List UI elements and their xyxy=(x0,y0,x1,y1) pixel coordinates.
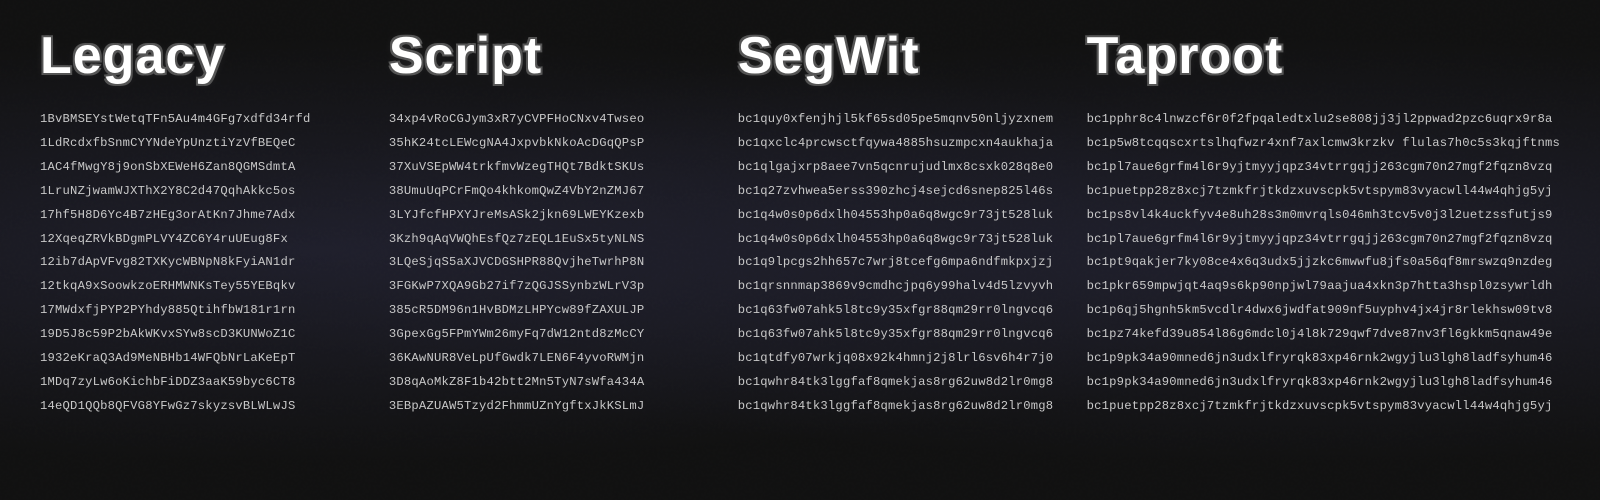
address-item[interactable]: bc1puetpp28z8xcj7tzmkfrjtkdzxuvscpk5vtsp… xyxy=(1087,182,1560,201)
column-legacy: Legacy 1BvBMSEYstWetqTFn5Au4m4GFg7xdfd34r… xyxy=(40,30,359,416)
address-item[interactable]: bc1qwhr84tk3lggfaf8qmekjas8rg62uw8d2lr0m… xyxy=(738,397,1057,416)
address-item[interactable]: 35hK24tcLEWcgNA4JxpvbkNkoAcDGqQPsP xyxy=(389,134,708,153)
address-item[interactable]: bc1ps8vl4k4uckfyv4e8uh28s3m0mvrqls046mh3… xyxy=(1087,206,1560,225)
address-item[interactable]: 12tkqA9xSoowkzoERHMWNKsTey55YEBqkv xyxy=(40,277,359,296)
address-item[interactable]: 1MDq7zyLw6oKichbFiDDZ3aaK59byc6CT8 xyxy=(40,373,359,392)
address-item[interactable]: bc1qrsnnmap3869v9cmdhcjpq6y99halv4d5lzvy… xyxy=(738,277,1057,296)
address-item[interactable]: 1BvBMSEYstWetqTFn5Au4m4GFg7xdfd34rfd xyxy=(40,110,359,129)
address-item[interactable]: bc1p6qj5hgnh5km5vcdlr4dwx6jwdfat909nf5uy… xyxy=(1087,301,1560,320)
address-item[interactable]: 19D5J8c59P2bAkWKvxSYw8scD3KUNWoZ1C xyxy=(40,325,359,344)
address-item[interactable]: bc1qwhr84tk3lggfaf8qmekjas8rg62uw8d2lr0m… xyxy=(738,373,1057,392)
address-item[interactable]: bc1q63fw07ahk5l8tc9y35xfgr88qm29rr0lngvc… xyxy=(738,301,1057,320)
address-item[interactable]: bc1q27zvhwea5erss390zhcj4sejcd6snep825l4… xyxy=(738,182,1057,201)
address-item[interactable]: bc1q9lpcgs2hh657c7wrj8tcefg6mpa6ndfmkpxj… xyxy=(738,253,1057,272)
address-item[interactable]: bc1qxclc4prcwsctfqywa4885hsuzmpcxn4aukha… xyxy=(738,134,1057,153)
address-item[interactable]: bc1qlgajxrp8aee7vn5qcnrujudlmx8csxk028q8… xyxy=(738,158,1057,177)
address-item[interactable]: 38UmuUqPCrFmQo4khkomQwZ4VbY2nZMJ67 xyxy=(389,182,708,201)
address-item[interactable]: 1AC4fMwgY8j9onSbXEWeH6Zan8QGMSdmtA xyxy=(40,158,359,177)
address-item[interactable]: 3LQeSjqS5aXJVCDGSHPR88QvjheTwrhP8N xyxy=(389,253,708,272)
address-item[interactable]: 36KAwNUR8VeLpUfGwdk7LEN6F4yvoRWMjn xyxy=(389,349,708,368)
header-script: Script xyxy=(389,30,708,82)
address-list-segwit: bc1quy0xfenjhjl5kf65sd05pe5mqnv50nljyzxn… xyxy=(738,110,1057,416)
address-item[interactable]: bc1p5w8tcqqscxrtslhqfwzr4xnf7axlcmw3krzk… xyxy=(1087,134,1560,153)
column-segwit: SegWit bc1quy0xfenjhjl5kf65sd05pe5mqnv50n… xyxy=(738,30,1057,416)
address-item[interactable]: 3FGKwP7XQA9Gb27if7zQGJSSynbzWLrV3p xyxy=(389,277,708,296)
address-item[interactable]: 37XuVSEpWW4trkfmvWzegTHQt7BdktSKUs xyxy=(389,158,708,177)
address-item[interactable]: bc1quy0xfenjhjl5kf65sd05pe5mqnv50nljyzxn… xyxy=(738,110,1057,129)
address-item[interactable]: bc1puetpp28z8xcj7tzmkfrjtkdzxuvscpk5vtsp… xyxy=(1087,397,1560,416)
address-list-legacy: 1BvBMSEYstWetqTFn5Au4m4GFg7xdfd34rfd 1LdR… xyxy=(40,110,359,416)
address-item[interactable]: 1LruNZjwamWJXThX2Y8C2d47QqhAkkc5os xyxy=(40,182,359,201)
address-item[interactable]: bc1pphr8c4lnwzcf6r0f2fpqaledtxlu2se808jj… xyxy=(1087,110,1560,129)
address-item[interactable]: bc1q4w0s0p6dxlh04553hp0a6q8wgc9r73jt528l… xyxy=(738,230,1057,249)
address-item[interactable]: 1LdRcdxfbSnmCYYNdeYpUnztiYzVfBEQeC xyxy=(40,134,359,153)
address-item[interactable]: bc1pl7aue6grfm4l6r9yjtmyyjqpz34vtrrgqjj2… xyxy=(1087,158,1560,177)
address-item[interactable]: 3D8qAoMkZ8F1b42btt2Mn5TyN7sWfa434A xyxy=(389,373,708,392)
column-taproot: Taproot bc1pphr8c4lnwzcf6r0f2fpqaledtxlu2… xyxy=(1087,30,1560,416)
address-item[interactable]: bc1p9pk34a90mned6jn3udxlfryrqk83xp46rnk2… xyxy=(1087,373,1560,392)
address-item[interactable]: 1932eKraQ3Ad9MeNBHb14WFQbNrLaKeEpT xyxy=(40,349,359,368)
address-item[interactable]: 3GpexGg5FPmYWm26myFq7dW12ntd8zMcCY xyxy=(389,325,708,344)
address-item[interactable]: 3Kzh9qAqVWQhEsfQz7zEQL1EuSx5tyNLNS xyxy=(389,230,708,249)
address-item[interactable]: bc1pz74kefd39u854l86g6mdcl0j4l8k729qwf7d… xyxy=(1087,325,1560,344)
header-segwit: SegWit xyxy=(738,30,1057,82)
address-item[interactable]: bc1pkr659mpwjqt4aq9s6kp90npjwl79aajua4xk… xyxy=(1087,277,1560,296)
address-item[interactable]: 14eQD1QQb8QFVG8YFwGz7skyzsvBLWLwJS xyxy=(40,397,359,416)
address-list-script: 34xp4vRoCGJym3xR7yCVPFHoCNxv4Twseo 35hK24… xyxy=(389,110,708,416)
address-item[interactable]: bc1pt9qakjer7ky08ce4x6q3udx5jjzkc6mwwfu8… xyxy=(1087,253,1560,272)
address-item[interactable]: bc1q63fw07ahk5l8tc9y35xfgr88qm29rr0lngvc… xyxy=(738,325,1057,344)
address-item[interactable]: 3EBpAZUAW5Tzyd2FhmmUZnYgftxJkKSLmJ xyxy=(389,397,708,416)
address-item[interactable]: 17hf5H8D6Yc4B7zHEg3orAtKn7Jhme7Adx xyxy=(40,206,359,225)
address-item[interactable]: 12ib7dApVFvg82TXKycWBNpN8kFyiAN1dr xyxy=(40,253,359,272)
address-item[interactable]: bc1pl7aue6grfm4l6r9yjtmyyjqpz34vtrrgqjj2… xyxy=(1087,230,1560,249)
address-list-taproot: bc1pphr8c4lnwzcf6r0f2fpqaledtxlu2se808jj… xyxy=(1087,110,1560,416)
main-columns: Legacy 1BvBMSEYstWetqTFn5Au4m4GFg7xdfd34r… xyxy=(40,30,1560,416)
address-item[interactable]: 34xp4vRoCGJym3xR7yCVPFHoCNxv4Twseo xyxy=(389,110,708,129)
address-item[interactable]: 3LYJfcfHPXYJreMsASk2jkn69LWEYKzexb xyxy=(389,206,708,225)
column-script: Script 34xp4vRoCGJym3xR7yCVPFHoCNxv4Twseo… xyxy=(389,30,708,416)
address-item[interactable]: bc1qtdfy07wrkjq08x92k4hmnj2j8lrl6sv6h4r7… xyxy=(738,349,1057,368)
address-item[interactable]: 17MWdxfjPYP2PYhdy885QtihfbW181r1rn xyxy=(40,301,359,320)
address-item[interactable]: 385cR5DM96n1HvBDMzLHPYcw89fZAXULJP xyxy=(389,301,708,320)
header-legacy: Legacy xyxy=(40,30,359,82)
header-taproot: Taproot xyxy=(1087,30,1560,82)
address-item[interactable]: bc1q4w0s0p6dxlh04553hp0a6q8wgc9r73jt528l… xyxy=(738,206,1057,225)
address-item[interactable]: 12XqeqZRVkBDgmPLVY4ZC6Y4ruUEug8Fx xyxy=(40,230,359,249)
address-item[interactable]: bc1p9pk34a90mned6jn3udxlfryrqk83xp46rnk2… xyxy=(1087,349,1560,368)
